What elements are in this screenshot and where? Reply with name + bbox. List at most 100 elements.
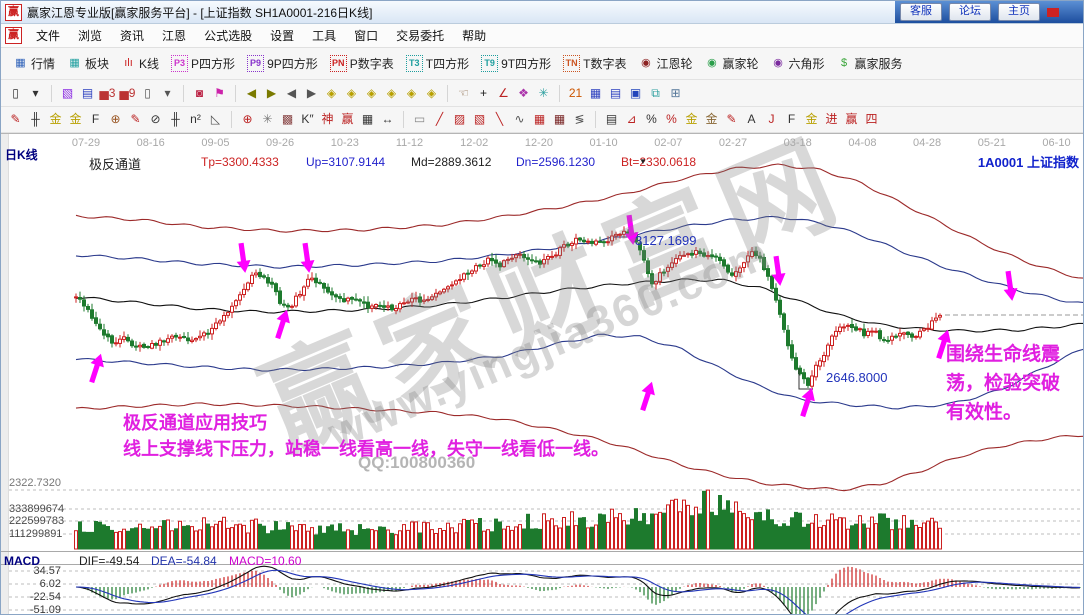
gann-tool-icon-39[interactable]: J: [763, 111, 780, 128]
gann-tool-icon-12[interactable]: ⊕: [239, 111, 256, 128]
draw-tool-icon-20[interactable]: ◈: [383, 85, 400, 102]
draw-tool-icon-16[interactable]: ▶: [303, 85, 320, 102]
symbol-label[interactable]: 1A0001 上证指数: [978, 152, 1079, 171]
draw-tool-icon-22[interactable]: ◈: [423, 85, 440, 102]
toolbar-button-11[interactable]: ◉六角形: [765, 55, 831, 72]
draw-tool-icon-8[interactable]: ▾: [159, 85, 176, 102]
toolbar-button-12[interactable]: $赢家服务: [831, 55, 909, 72]
gann-tool-icon-26[interactable]: ∿: [511, 111, 528, 128]
draw-tool-icon-19[interactable]: ◈: [363, 85, 380, 102]
gann-tool-icon-5[interactable]: ⊕: [107, 111, 124, 128]
toolbar-button-0[interactable]: ▦行情: [7, 55, 61, 72]
menu-item-9[interactable]: 帮助: [453, 27, 495, 44]
draw-tool-icon-25[interactable]: +: [475, 85, 492, 102]
toolbar-button-2[interactable]: ılıK线: [115, 55, 165, 72]
gann-tool-icon-16[interactable]: 神: [319, 111, 336, 128]
gann-tool-icon-18[interactable]: ▦: [359, 111, 376, 128]
draw-tool-icon-28[interactable]: ✳: [535, 85, 552, 102]
period-label[interactable]: 日K线: [5, 146, 38, 163]
gann-tool-icon-13[interactable]: ✳: [259, 111, 276, 128]
toolbar-button-4[interactable]: P99P四方形: [241, 55, 324, 72]
gann-tool-icon-1[interactable]: ╫: [27, 111, 44, 128]
gann-tool-icon-21[interactable]: ▭: [411, 111, 428, 128]
gann-tool-icon-29[interactable]: ≶: [571, 111, 588, 128]
draw-tool-icon-7[interactable]: ▯: [139, 85, 156, 102]
draw-tool-icon-10[interactable]: ◙: [191, 85, 208, 102]
menu-item-8[interactable]: 交易委托: [387, 27, 453, 44]
menu-item-4[interactable]: 公式选股: [195, 27, 261, 44]
gann-tool-icon-22[interactable]: ╱: [431, 111, 448, 128]
gann-tool-icon-6[interactable]: ✎: [127, 111, 144, 128]
gann-tool-icon-15[interactable]: K″: [299, 111, 316, 128]
gann-tool-icon-35[interactable]: 金: [683, 111, 700, 128]
gann-tool-icon-43[interactable]: 赢: [843, 111, 860, 128]
gann-tool-icon-44[interactable]: 四: [863, 111, 880, 128]
gann-tool-icon-42[interactable]: 进: [823, 111, 840, 128]
toolbar-button-6[interactable]: T3T四方形: [400, 55, 475, 72]
draw-tool-icon-14[interactable]: ▶: [263, 85, 280, 102]
gann-tool-icon-31[interactable]: ▤: [603, 111, 620, 128]
gann-tool-icon-9[interactable]: n²: [187, 111, 204, 128]
titlebar-button-2[interactable]: 主页: [998, 3, 1040, 21]
toolbar-button-9[interactable]: ◉江恩轮: [632, 55, 698, 72]
draw-tool-icon-11[interactable]: ⚑: [211, 85, 228, 102]
gann-tool-icon-2[interactable]: 金: [47, 111, 64, 128]
menu-item-5[interactable]: 设置: [261, 27, 303, 44]
gann-tool-icon-0[interactable]: ✎: [7, 111, 24, 128]
gann-tool-icon-34[interactable]: %: [663, 111, 680, 128]
menu-item-7[interactable]: 窗口: [345, 27, 387, 44]
draw-tool-icon-30[interactable]: 21: [567, 85, 584, 102]
gann-tool-icon-4[interactable]: F: [87, 111, 104, 128]
gann-tool-icon-7[interactable]: ⊘: [147, 111, 164, 128]
menu-item-0[interactable]: 文件: [27, 27, 69, 44]
draw-tool-icon-15[interactable]: ◀: [283, 85, 300, 102]
gann-tool-icon-23[interactable]: ▨: [451, 111, 468, 128]
draw-tool-icon-27[interactable]: ❖: [515, 85, 532, 102]
indicator-name[interactable]: 极反通道: [89, 154, 141, 173]
draw-tool-icon-17[interactable]: ◈: [323, 85, 340, 102]
gann-tool-icon-38[interactable]: A: [743, 111, 760, 128]
draw-tool-icon-34[interactable]: ⧉: [647, 85, 664, 102]
draw-tool-icon-18[interactable]: ◈: [343, 85, 360, 102]
draw-tool-icon-5[interactable]: ▅3: [99, 85, 116, 102]
gann-tool-icon-40[interactable]: F: [783, 111, 800, 128]
toolbar-button-10[interactable]: ◉赢家轮: [698, 55, 764, 72]
gann-tool-icon-28[interactable]: ▦: [551, 111, 568, 128]
draw-tool-icon-24[interactable]: ☜: [455, 85, 472, 102]
gann-tool-icon-19[interactable]: ↔: [379, 111, 396, 128]
draw-tool-icon-1[interactable]: ▾: [27, 85, 44, 102]
toolbar-button-1[interactable]: ▦板块: [61, 55, 115, 72]
gann-tool-icon-36[interactable]: 金: [703, 111, 720, 128]
draw-tool-icon-13[interactable]: ◀: [243, 85, 260, 102]
gann-tool-icon-32[interactable]: ⊿: [623, 111, 640, 128]
gann-tool-icon-24[interactable]: ▧: [471, 111, 488, 128]
toolbar-button-3[interactable]: P3P四方形: [165, 55, 241, 72]
gann-tool-icon-14[interactable]: ▩: [279, 111, 296, 128]
chart-panel[interactable]: 赢家财富网 www.yingjia360.com 日K线 极反通道 Tp=330…: [1, 133, 1084, 615]
gann-tool-icon-8[interactable]: ╫: [167, 111, 184, 128]
gann-tool-icon-25[interactable]: ╲: [491, 111, 508, 128]
menu-item-1[interactable]: 浏览: [69, 27, 111, 44]
titlebar-button-0[interactable]: 客服: [900, 3, 942, 21]
gann-tool-icon-10[interactable]: ◺: [207, 111, 224, 128]
menu-item-6[interactable]: 工具: [303, 27, 345, 44]
draw-tool-icon-33[interactable]: ▣: [627, 85, 644, 102]
gann-tool-icon-41[interactable]: 金: [803, 111, 820, 128]
menu-item-2[interactable]: 资讯: [111, 27, 153, 44]
toolbar-button-5[interactable]: PNP数字表: [324, 55, 400, 72]
corner-badge-icon[interactable]: [1047, 8, 1059, 17]
toolbar-button-7[interactable]: T99T四方形: [475, 55, 557, 72]
gann-tool-icon-27[interactable]: ▦: [531, 111, 548, 128]
draw-tool-icon-3[interactable]: ▧: [59, 85, 76, 102]
draw-tool-icon-4[interactable]: ▤: [79, 85, 96, 102]
draw-tool-icon-32[interactable]: ▤: [607, 85, 624, 102]
draw-tool-icon-0[interactable]: ▯: [7, 85, 24, 102]
draw-tool-icon-31[interactable]: ▦: [587, 85, 604, 102]
toolbar-button-8[interactable]: TNT数字表: [557, 55, 632, 72]
titlebar-button-1[interactable]: 论坛: [949, 3, 991, 21]
gann-tool-icon-37[interactable]: ✎: [723, 111, 740, 128]
gann-tool-icon-3[interactable]: 金: [67, 111, 84, 128]
draw-tool-icon-21[interactable]: ◈: [403, 85, 420, 102]
draw-tool-icon-26[interactable]: ∠: [495, 85, 512, 102]
price-chart-svg[interactable]: [1, 134, 1084, 615]
